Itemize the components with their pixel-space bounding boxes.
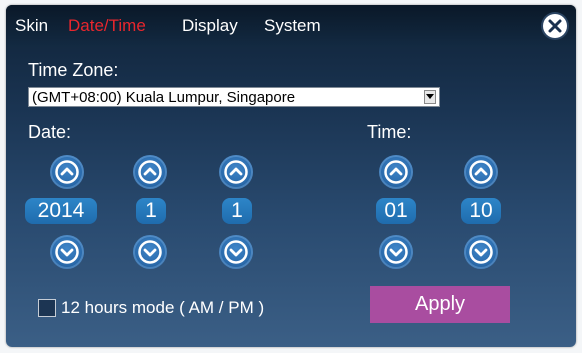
time-zone-value: (GMT+08:00) Kuala Lumpur, Singapore <box>32 89 296 106</box>
chevron-up-icon <box>138 160 162 184</box>
tab-system[interactable]: System <box>264 16 321 36</box>
close-button[interactable] <box>543 14 567 38</box>
year-up-button[interactable] <box>50 155 84 189</box>
time-zone-label: Time Zone: <box>28 60 119 80</box>
chevron-up-icon <box>224 160 248 184</box>
tab-skin[interactable]: Skin <box>15 16 48 36</box>
chevron-down-icon <box>224 240 248 264</box>
minute-down-button[interactable] <box>464 235 498 269</box>
day-value[interactable]: 1 <box>222 198 252 224</box>
minute-up-button[interactable] <box>464 155 498 189</box>
hour-value[interactable]: 01 <box>376 198 416 224</box>
twelve-hour-mode-label: 12 hours mode ( AM / PM ) <box>61 298 265 317</box>
time-zone-select[interactable]: (GMT+08:00) Kuala Lumpur, Singapore <box>28 87 440 107</box>
day-down-button[interactable] <box>219 235 253 269</box>
close-icon <box>548 19 562 33</box>
apply-button[interactable]: Apply <box>370 286 510 323</box>
tab-bar: Skin Date/Time Display System <box>6 5 576 47</box>
dropdown-arrow-icon[interactable] <box>424 90 436 104</box>
month-down-button[interactable] <box>133 235 167 269</box>
date-label: Date: <box>28 122 72 142</box>
day-up-button[interactable] <box>219 155 253 189</box>
chevron-down-icon <box>138 240 162 264</box>
minute-value[interactable]: 10 <box>461 198 501 224</box>
year-value[interactable]: 2014 <box>25 198 97 224</box>
tab-display[interactable]: Display <box>182 16 238 36</box>
chevron-down-icon <box>384 240 408 264</box>
tab-date-time[interactable]: Date/Time <box>68 16 146 36</box>
hour-down-button[interactable] <box>379 235 413 269</box>
date-time-settings-panel: Skin Date/Time Display System Time Zone:… <box>6 5 576 347</box>
time-label: Time: <box>367 122 412 142</box>
year-down-button[interactable] <box>50 235 84 269</box>
chevron-down-icon <box>55 240 79 264</box>
chevron-up-icon <box>384 160 408 184</box>
chevron-down-icon <box>469 240 493 264</box>
hour-up-button[interactable] <box>379 155 413 189</box>
month-up-button[interactable] <box>133 155 167 189</box>
chevron-up-icon <box>469 160 493 184</box>
month-value[interactable]: 1 <box>136 198 166 224</box>
chevron-up-icon <box>55 160 79 184</box>
twelve-hour-mode-checkbox[interactable] <box>38 299 56 317</box>
